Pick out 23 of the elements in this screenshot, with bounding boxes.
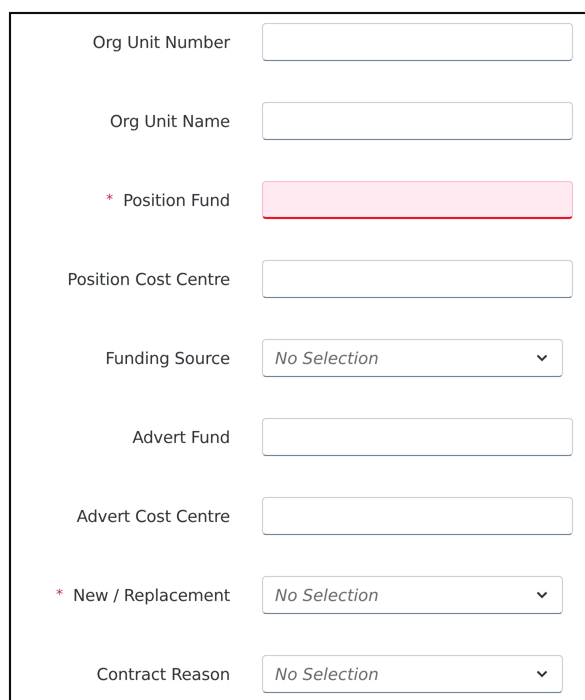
dropdown-field[interactable]: No Selection (262, 655, 563, 693)
field-label: New / Replacement (72, 586, 230, 604)
field-label: Funding Source (105, 348, 230, 368)
field-label: Org Unit Number (92, 32, 230, 52)
field-label: Advert Cost Centre (76, 506, 230, 526)
input-field[interactable] (262, 102, 573, 140)
input-field[interactable] (262, 23, 573, 61)
field-label: Position Fund (123, 190, 230, 210)
field-label: Position Cost Centre (67, 270, 230, 288)
chevron-down-icon (536, 354, 548, 362)
input-field[interactable] (262, 497, 573, 535)
chevron-down-icon (536, 670, 548, 678)
input-field[interactable] (262, 418, 573, 456)
dropdown-field[interactable]: No Selection (262, 576, 563, 614)
dropdown-field[interactable]: No Selection (262, 339, 563, 377)
input-field[interactable] (262, 181, 573, 219)
required-marker: * (56, 587, 63, 603)
input-field[interactable] (262, 260, 573, 298)
required-marker: * (106, 192, 114, 208)
field-label: Org Unit Name (110, 112, 230, 130)
chevron-down-icon (536, 591, 548, 599)
field-label: Contract Reason (96, 664, 230, 684)
field-label: Advert Fund (132, 428, 230, 446)
